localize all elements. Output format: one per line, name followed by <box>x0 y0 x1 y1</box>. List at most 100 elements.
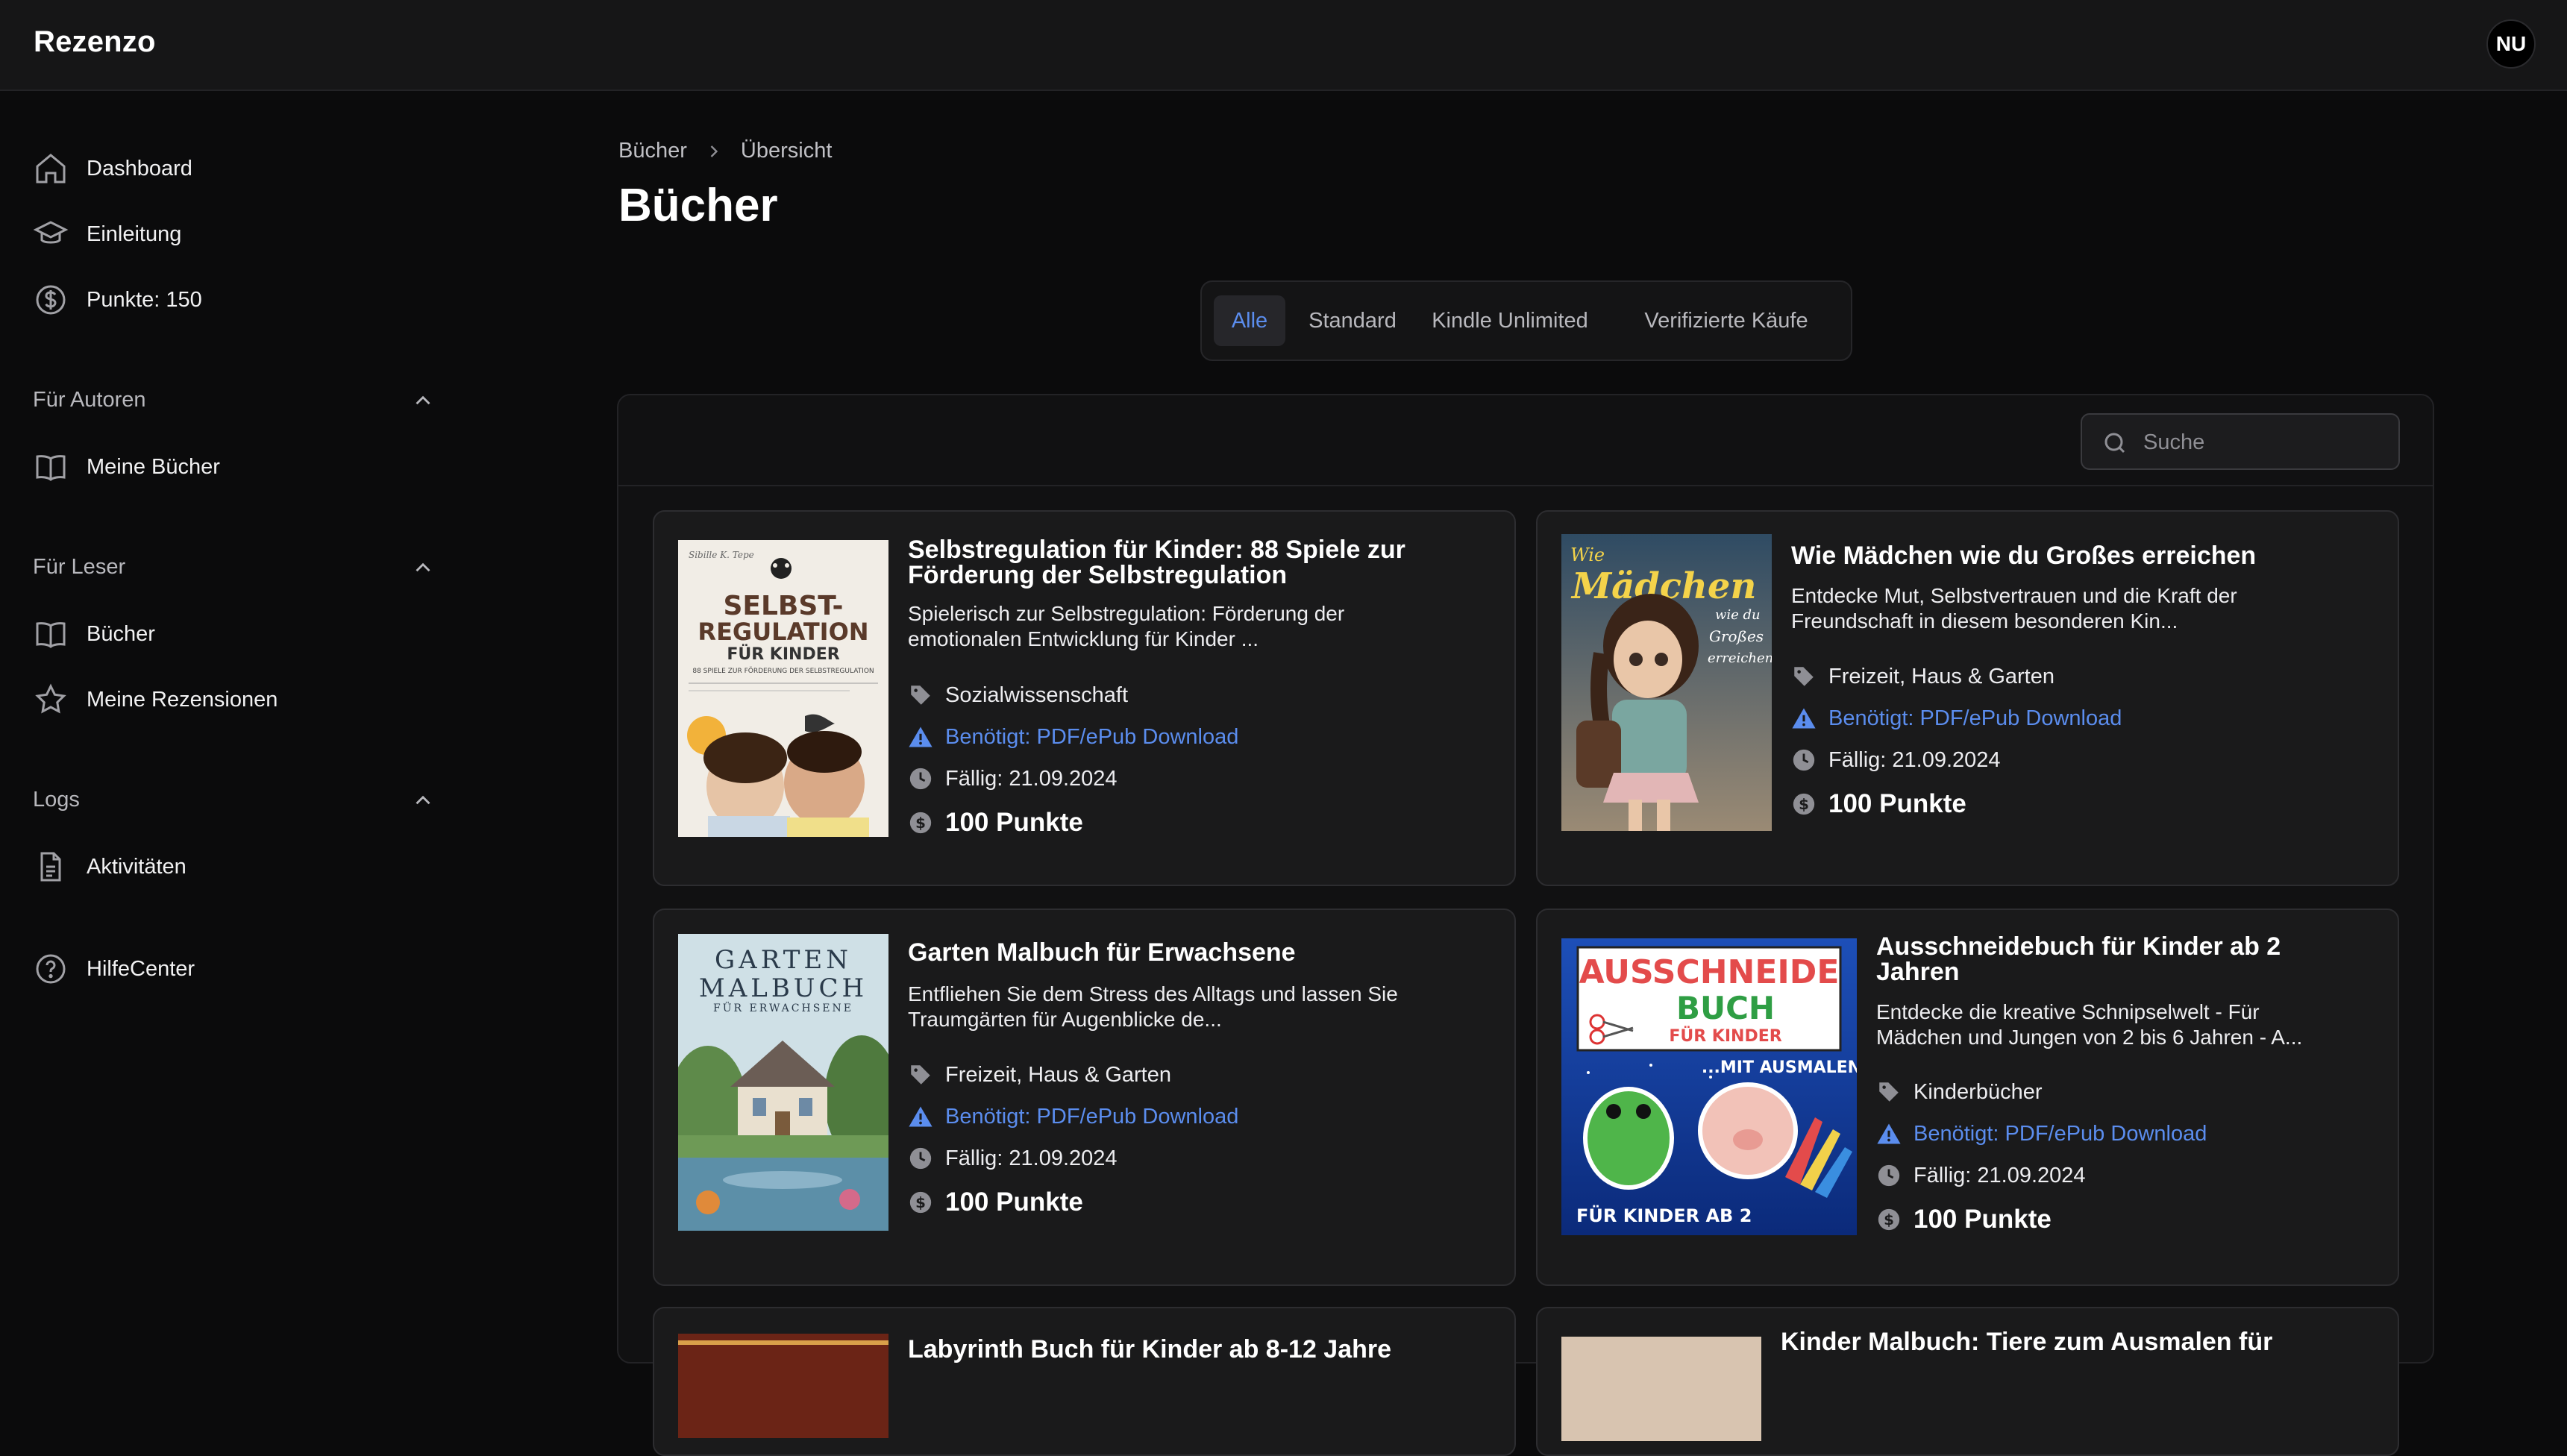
brand-logo[interactable]: Rezenzo <box>34 25 156 59</box>
sidebar-item-label: Bücher <box>87 621 155 646</box>
book-requirement: Benötigt: PDF/ePub Download <box>908 724 1238 750</box>
tag-icon <box>911 1065 930 1085</box>
book-points: $ 100 Punkte <box>1791 789 1966 819</box>
book-category: Freizeit, Haus & Garten <box>1791 664 2054 689</box>
search-input[interactable] <box>2142 425 2383 459</box>
svg-text:$: $ <box>1884 1211 1894 1228</box>
chevron-up-icon[interactable] <box>410 788 436 813</box>
dollar-coin-icon: $ <box>1878 1208 1900 1231</box>
tab-standard[interactable]: Standard <box>1296 295 1409 346</box>
sidebar-item-aktivitaeten[interactable]: Aktivitäten <box>33 841 187 893</box>
cover-line-4: ...MIT AUSMALEN! <box>1702 1058 1857 1077</box>
search-box[interactable] <box>2081 413 2400 470</box>
cover-line-3: FÜR KINDER <box>727 644 839 664</box>
cover-line-1: Wie <box>1570 545 1605 565</box>
cover-line-1: GARTEN <box>715 945 852 975</box>
svg-text:$: $ <box>915 815 926 832</box>
book-points: $ 100 Punkte <box>908 1187 1083 1217</box>
filter-tabs: Alle Standard Kindle Unlimited Verifizie… <box>1200 280 1852 361</box>
cover-line-4: Großes <box>1709 627 1764 645</box>
book-due-date: Fällig: 21.09.2024 <box>908 1146 1118 1171</box>
book-card[interactable]: Wie Mädchen wie du Großes erreichen Wie … <box>1536 510 2399 886</box>
help-circle-icon <box>36 954 66 984</box>
sidebar-item-label: Dashboard <box>87 156 192 181</box>
sidebar-item-points[interactable]: Punkte: 150 <box>33 274 202 326</box>
sidebar-item-meine-rezensionen[interactable]: Meine Rezensionen <box>33 674 278 726</box>
book-category: Freizeit, Haus & Garten <box>908 1062 1171 1088</box>
chevron-up-icon[interactable] <box>410 555 436 580</box>
home-icon <box>36 154 66 183</box>
tab-verifizierte-kaeufe[interactable]: Verifizierte Käufe <box>1611 295 1842 346</box>
book-title[interactable]: Selbstregulation für Kinder: 88 Spiele z… <box>908 537 1405 588</box>
cover-line-4: 88 SPIELE ZUR FÖRDERUNG DER SELBSTREGULA… <box>692 667 874 675</box>
book-cover[interactable]: Wie Mädchen wie du Großes erreichen <box>1561 534 1772 831</box>
svg-text:Sibille K. Tepe: Sibille K. Tepe <box>689 550 754 560</box>
sidebar-item-einleitung[interactable]: Einleitung <box>33 208 181 260</box>
sidebar-item-hilfecenter[interactable]: HilfeCenter <box>33 943 195 995</box>
clock-icon <box>1878 1164 1900 1187</box>
sidebar-item-dashboard[interactable]: Dashboard <box>33 142 192 195</box>
svg-text:$: $ <box>915 1194 926 1211</box>
book-cover[interactable]: GARTEN MALBUCH FÜR ERWACHSENE <box>678 934 888 1231</box>
book-cover[interactable] <box>678 1334 888 1438</box>
book-card[interactable]: Sibille K. Tepe SELBST- REGULATION FÜR K… <box>653 510 1516 886</box>
clock-icon <box>909 768 932 790</box>
book-cover[interactable] <box>1561 1337 1761 1441</box>
book-title[interactable]: Labyrinth Buch für Kinder ab 8-12 Jahre <box>908 1337 1391 1362</box>
book-description: Entfliehen Sie dem Stress des Alltags un… <box>908 982 1398 1031</box>
dollar-coin-icon: $ <box>1793 793 1815 815</box>
dollar-coin-icon: $ <box>909 812 932 834</box>
book-card[interactable]: GARTEN MALBUCH FÜR ERWACHSENE Garten Mal… <box>653 909 1516 1286</box>
book-category: Sozialwissenschaft <box>908 682 1128 708</box>
sidebar: Dashboard Einleitung Punkte: 150 Für Aut… <box>0 91 463 1346</box>
book-description: Spielerisch zur Selbstregulation: Förder… <box>908 602 1345 650</box>
warning-icon <box>909 727 933 747</box>
book-category: Kinderbücher <box>1876 1079 2043 1105</box>
book-icon <box>36 622 66 648</box>
chevron-up-icon[interactable] <box>410 388 436 413</box>
book-card[interactable]: Kinder Malbuch: Tiere zum Ausmalen für <box>1536 1307 2399 1456</box>
cover-line-5: erreichen <box>1708 650 1772 666</box>
cover-line-2: REGULATION <box>698 618 868 646</box>
book-title[interactable]: Garten Malbuch für Erwachsene <box>908 940 1296 965</box>
chevron-right-icon <box>710 145 718 157</box>
tab-alle[interactable]: Alle <box>1214 295 1285 346</box>
book-title[interactable]: Kinder Malbuch: Tiere zum Ausmalen für <box>1781 1329 2272 1355</box>
cover-line-1: SELBST- <box>723 591 843 621</box>
book-title[interactable]: Ausschneidebuch für Kinder ab 2 Jahren <box>1876 934 2281 985</box>
book-card[interactable]: AUSSCHNEIDE BUCH FÜR KINDER ...MIT AUSMA… <box>1536 909 2399 1286</box>
sidebar-item-buecher[interactable]: Bücher <box>33 608 155 660</box>
clock-icon <box>1793 749 1815 771</box>
book-requirement: Benötigt: PDF/ePub Download <box>1876 1121 2207 1146</box>
cover-line-2: MALBUCH <box>699 973 868 1003</box>
book-requirement: Benötigt: PDF/ePub Download <box>1791 706 2122 731</box>
user-avatar[interactable]: NU <box>2486 19 2536 69</box>
tag-icon <box>911 685 930 705</box>
svg-text:$: $ <box>1799 796 1809 813</box>
book-description: Entdecke die kreative Schnipselwelt - Fü… <box>1876 1000 2303 1049</box>
breadcrumb: Bücher Übersicht <box>618 139 832 163</box>
star-icon <box>35 683 66 714</box>
book-cover[interactable]: Sibille K. Tepe SELBST- REGULATION FÜR K… <box>678 540 888 837</box>
graduation-cap-icon <box>33 221 69 244</box>
breadcrumb-parent[interactable]: Bücher <box>618 139 687 163</box>
search-icon <box>2104 433 2125 454</box>
warning-icon <box>1877 1123 1901 1144</box>
book-due-date: Fällig: 21.09.2024 <box>1791 747 2001 773</box>
clock-icon <box>909 1147 932 1170</box>
breadcrumb-current: Übersicht <box>740 139 833 163</box>
dollar-coin-icon: $ <box>909 1191 932 1214</box>
sidebar-item-meine-buecher[interactable]: Meine Bücher <box>33 441 220 493</box>
cover-line-1: AUSSCHNEIDE <box>1579 953 1840 991</box>
cover-line-3: FÜR ERWACHSENE <box>713 1001 853 1014</box>
warning-icon <box>909 1106 933 1127</box>
book-title[interactable]: Wie Mädchen wie du Großes erreichen <box>1791 543 2256 568</box>
section-title-leser: Für Leser <box>33 555 126 579</box>
book-cover[interactable]: AUSSCHNEIDE BUCH FÜR KINDER ...MIT AUSMA… <box>1561 938 1857 1235</box>
cover-line-5: FÜR KINDER AB 2 <box>1576 1204 1752 1226</box>
book-card[interactable]: Labyrinth Buch für Kinder ab 8-12 Jahre <box>653 1307 1516 1456</box>
top-bar: Rezenzo NU <box>0 0 2567 91</box>
book-icon <box>36 455 66 481</box>
tab-kindle-unlimited[interactable]: Kindle Unlimited <box>1418 295 1602 346</box>
section-title-autoren: Für Autoren <box>33 388 146 412</box>
